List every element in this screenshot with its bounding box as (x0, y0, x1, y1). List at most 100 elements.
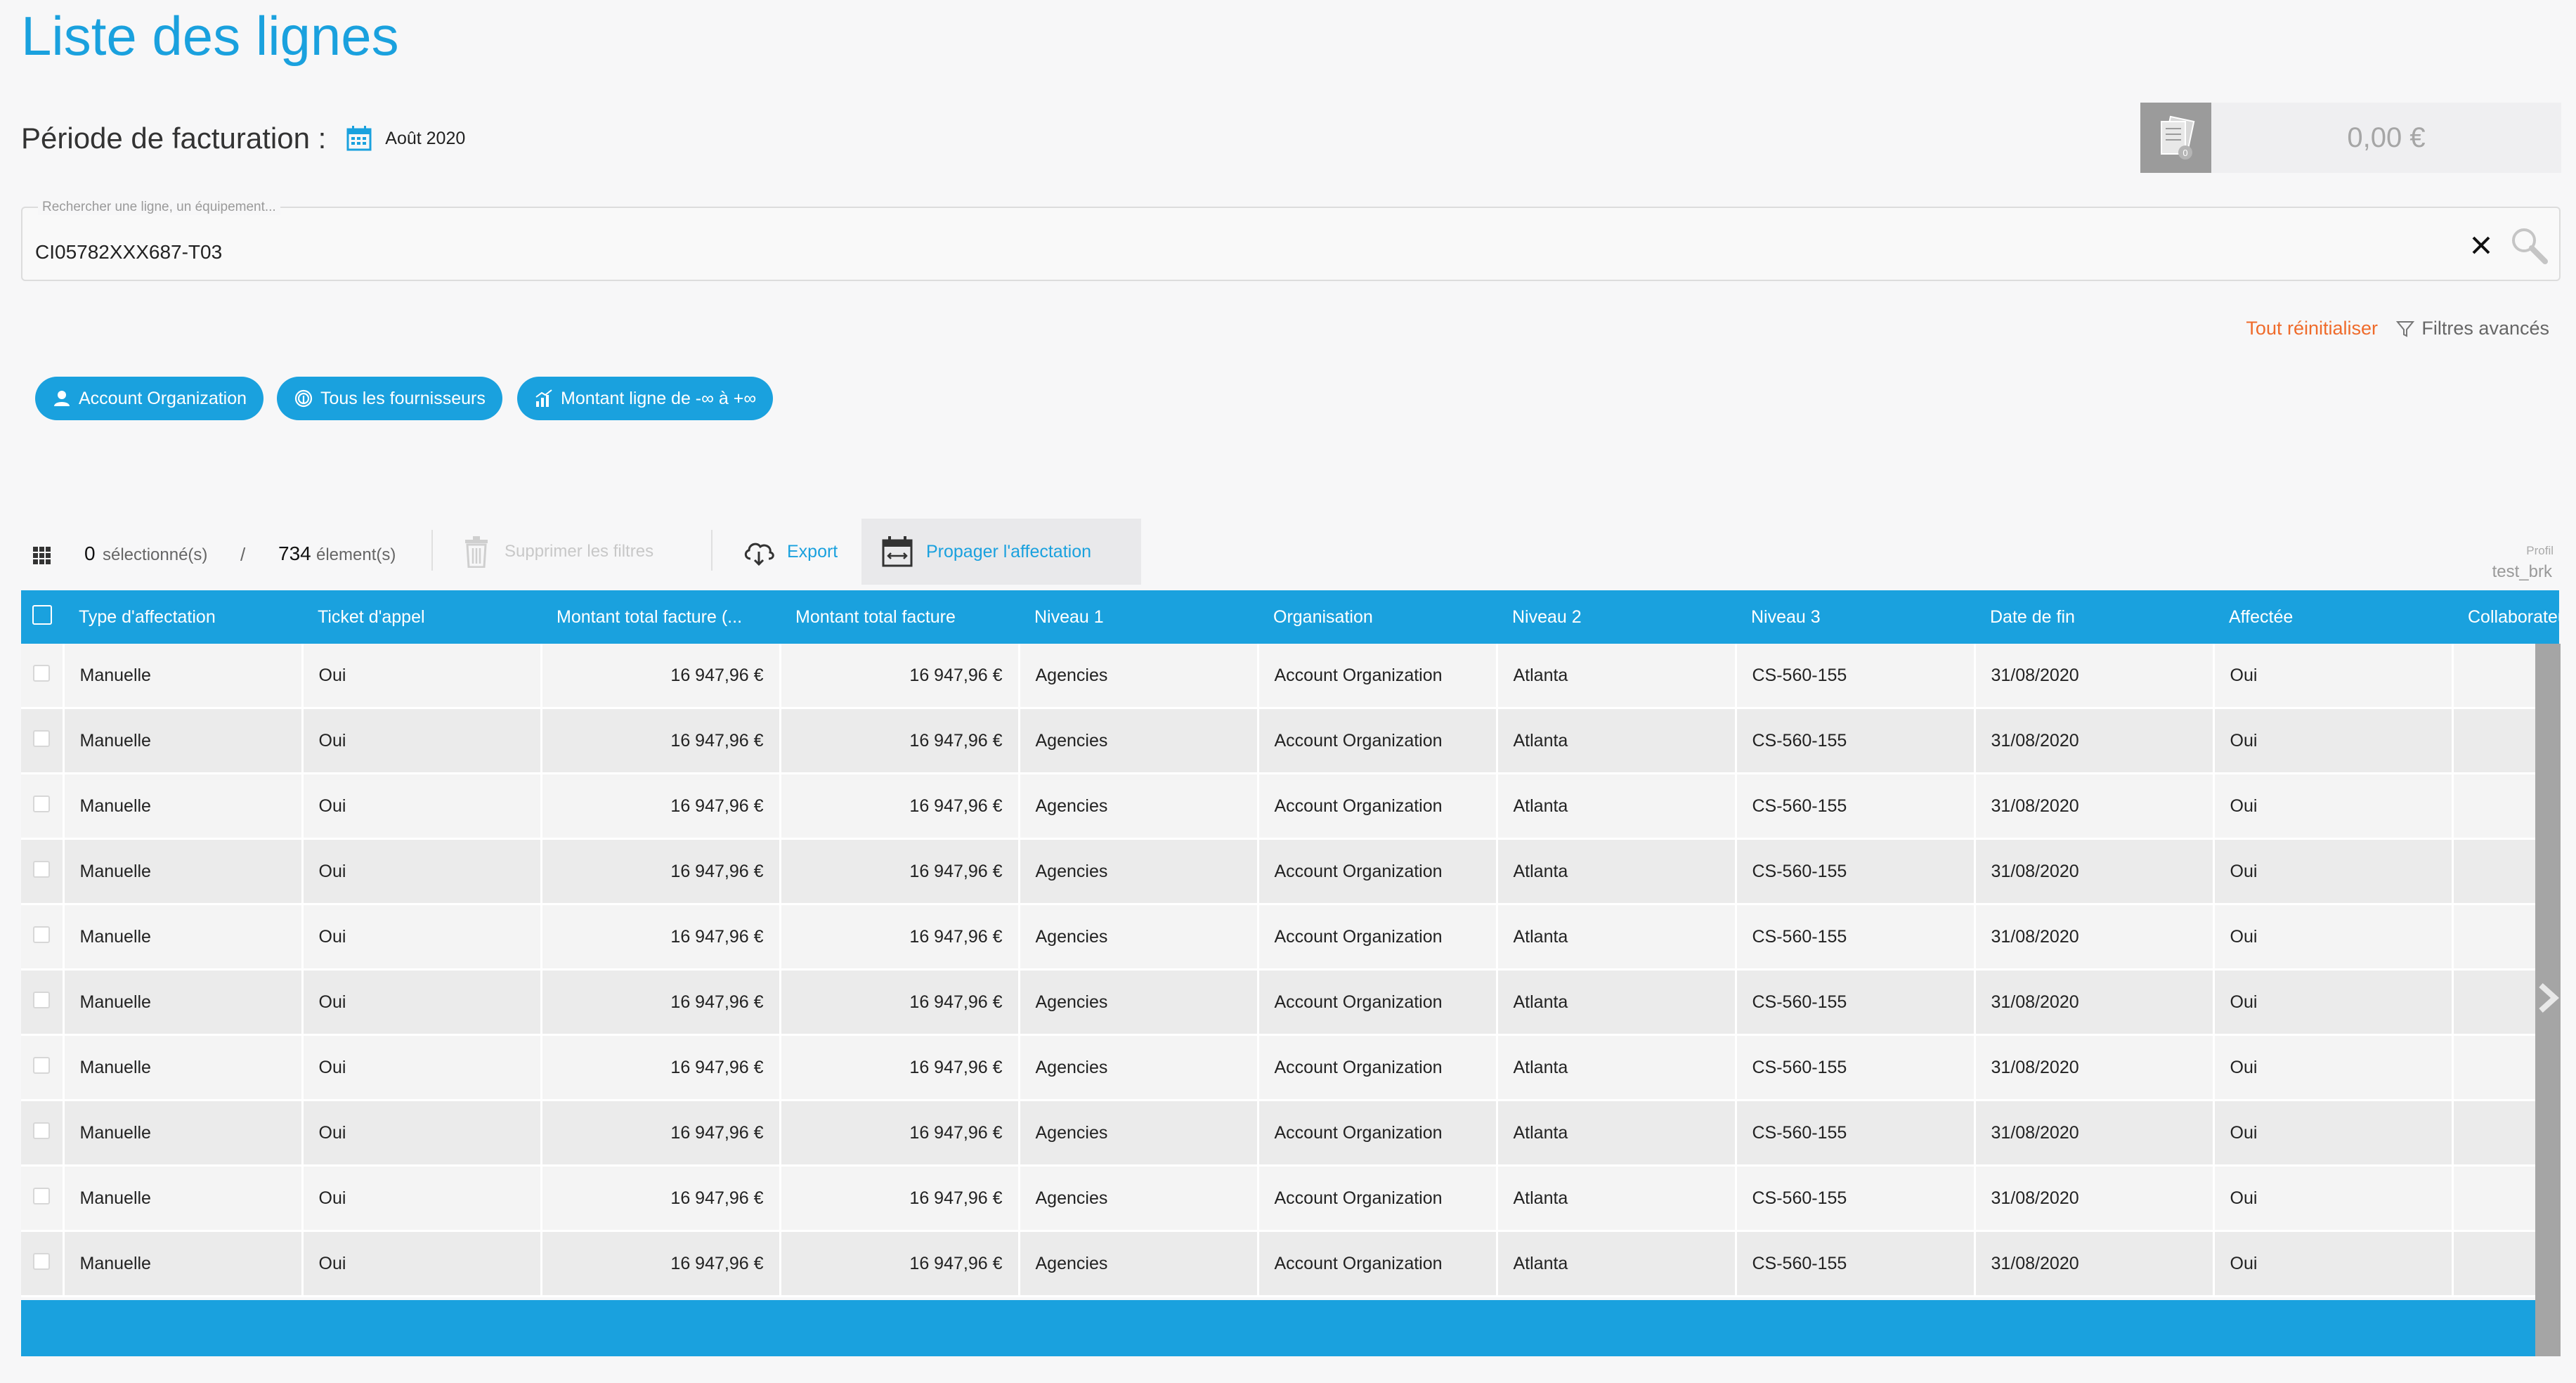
count-separator: / (240, 544, 246, 565)
row-select-cell[interactable] (21, 1165, 65, 1232)
table-cell: Manuelle (63, 969, 304, 1036)
table-cell: 16 947,96 € (541, 1165, 781, 1232)
propagate-assignment-button[interactable]: Propager l'affectation (861, 519, 1141, 585)
table-row[interactable]: Manuelle Oui 16 947,96 €16 947,96 € Agencie… (21, 644, 2559, 709)
table-cell: Oui (2213, 1165, 2454, 1232)
clear-filters-button[interactable]: Supprimer les filtres (462, 534, 653, 569)
row-checkbox[interactable] (33, 860, 51, 878)
column-header[interactable]: Collaborateur (2452, 590, 2559, 644)
column-header[interactable]: Montant total facture (780, 590, 1019, 644)
search-placeholder: Rechercher une ligne, un équipement... (38, 200, 280, 215)
invoice-total-button[interactable]: 0 (2140, 103, 2211, 173)
table-cell: Atlanta (1497, 838, 1737, 905)
table-row[interactable]: Manuelle Oui 16 947,96 €16 947,96 € Agencie… (21, 838, 2559, 905)
filter-chip-suppliers[interactable]: Tous les fournisseurs (277, 377, 502, 420)
row-checkbox[interactable] (33, 795, 51, 812)
grid-icon[interactable] (32, 546, 52, 566)
row-checkbox[interactable] (33, 1252, 51, 1270)
table-row[interactable]: Manuelle Oui 16 947,96 €16 947,96 € Agencie… (21, 1231, 2559, 1297)
row-select-cell[interactable] (21, 1100, 65, 1167)
search-input[interactable] (35, 235, 2424, 270)
table-cell: 16 947,96 € (780, 1231, 1020, 1297)
export-button[interactable]: Export (742, 534, 838, 569)
toolbar-divider (431, 530, 433, 571)
row-checkbox[interactable] (33, 664, 51, 682)
reset-all-link[interactable]: Tout réinitialiser (2246, 318, 2378, 339)
calendar-icon[interactable] (346, 125, 372, 152)
filter-chip-amount[interactable]: Montant ligne de -∞ à +∞ (517, 377, 774, 420)
table-cell: 31/08/2020 (1975, 1034, 2215, 1101)
row-select-cell[interactable] (21, 1231, 65, 1297)
table-cell: 31/08/2020 (1975, 969, 2215, 1036)
table-cell: 31/08/2020 (1975, 644, 2215, 709)
table-cell: 16 947,96 € (541, 969, 781, 1036)
row-checkbox[interactable] (33, 991, 51, 1008)
select-all-cell[interactable] (21, 590, 63, 644)
table-cell: Manuelle (63, 904, 304, 970)
table-row[interactable]: Manuelle Oui 16 947,96 €16 947,96 € Agencie… (21, 1100, 2559, 1167)
row-checkbox[interactable] (33, 729, 51, 747)
column-header[interactable]: Type d'affectation (63, 590, 302, 644)
table-cell: Oui (302, 969, 542, 1036)
billing-period: Période de facturation : Août 2020 (21, 112, 465, 164)
table-row[interactable]: Manuelle Oui 16 947,96 €16 947,96 € Agencie… (21, 1165, 2559, 1232)
row-select-cell[interactable] (21, 1034, 65, 1101)
advanced-filters-button[interactable]: Filtres avancés (2396, 318, 2549, 339)
row-checkbox[interactable] (33, 1122, 51, 1139)
profile-user[interactable]: test_brk (2492, 562, 2552, 582)
table-row[interactable]: Manuelle Oui 16 947,96 €16 947,96 € Agencie… (21, 708, 2559, 774)
table-row[interactable]: Manuelle Oui 16 947,96 €16 947,96 € Agencie… (21, 969, 2559, 1036)
table-cell: Manuelle (63, 838, 304, 905)
table-cell: Atlanta (1497, 1034, 1737, 1101)
search-icon[interactable] (2509, 225, 2549, 266)
row-select-cell[interactable] (21, 773, 65, 840)
column-header[interactable]: Organisation (1258, 590, 1497, 644)
row-select-cell[interactable] (21, 838, 65, 905)
search-field[interactable]: Rechercher une ligne, un équipement... (21, 200, 2561, 281)
row-select-cell[interactable] (21, 708, 65, 774)
select-all-checkbox[interactable] (32, 604, 52, 625)
table-cell: Oui (2213, 838, 2454, 905)
row-checkbox[interactable] (33, 1187, 51, 1205)
table-cell: CS-560-155 (1736, 904, 1976, 970)
table-cell: 16 947,96 € (780, 969, 1020, 1036)
profile-label: Profil (2526, 544, 2554, 557)
column-header[interactable]: Ticket d'appel (302, 590, 541, 644)
row-select-cell[interactable] (21, 904, 65, 970)
invoice-icon: 0 (2160, 115, 2194, 160)
chevron-right-icon[interactable] (2535, 977, 2561, 1019)
chart-icon (535, 389, 552, 407)
table-cell: CS-560-155 (1736, 1165, 1976, 1232)
billing-period-value[interactable]: Août 2020 (385, 129, 465, 149)
row-select-cell[interactable] (21, 644, 65, 709)
table-cell: 31/08/2020 (1975, 1231, 2215, 1297)
table-cell: Oui (2213, 708, 2454, 774)
column-header[interactable]: Montant total facture (... (541, 590, 780, 644)
total-label: élement(s) (316, 545, 396, 564)
column-header[interactable]: Affectée (2213, 590, 2452, 644)
table-cell: Oui (302, 708, 542, 774)
table-row[interactable]: Manuelle Oui 16 947,96 €16 947,96 € Agencie… (21, 773, 2559, 840)
close-icon[interactable] (2468, 232, 2494, 259)
column-header[interactable]: Niveau 2 (1497, 590, 1736, 644)
user-icon (54, 391, 70, 406)
table-cell: CS-560-155 (1736, 969, 1976, 1036)
row-select-cell[interactable] (21, 969, 65, 1036)
column-header[interactable]: Niveau 3 (1736, 590, 1975, 644)
table-cell: 16 947,96 € (541, 1231, 781, 1297)
row-checkbox[interactable] (33, 1056, 51, 1074)
filter-chip-organization[interactable]: Account Organization (35, 377, 264, 420)
row-checkbox[interactable] (33, 926, 51, 943)
selected-count: 0 (84, 543, 96, 564)
table-cell: 16 947,96 € (780, 904, 1020, 970)
column-header[interactable]: Date de fin (1975, 590, 2213, 644)
table-cell: 16 947,96 € (780, 1034, 1020, 1101)
table-cell: Account Organization (1258, 1034, 1498, 1101)
table-cell: Oui (302, 1231, 542, 1297)
table-cell: Manuelle (63, 644, 304, 709)
table-cell: CS-560-155 (1736, 1231, 1976, 1297)
table-row[interactable]: Manuelle Oui 16 947,96 €16 947,96 € Agencie… (21, 1034, 2559, 1101)
column-header[interactable]: Niveau 1 (1019, 590, 1258, 644)
table-row[interactable]: Manuelle Oui 16 947,96 €16 947,96 € Agencie… (21, 904, 2559, 970)
lines-table: Type d'affectation Ticket d'appel Montan… (21, 590, 2559, 1356)
